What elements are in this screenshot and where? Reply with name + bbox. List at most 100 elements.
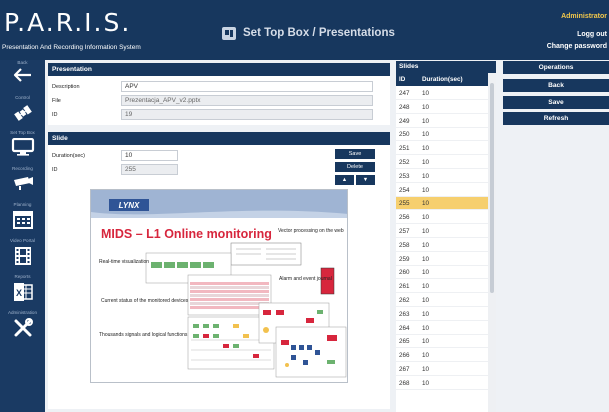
table-row[interactable]: 268 10 [396,377,488,390]
table-row[interactable]: 248 10 [396,101,488,114]
app-logo: P.A.R.I.S. [4,8,132,37]
operations-title: Operations [503,61,609,74]
current-user: Administrator [561,13,607,20]
sidebar-item-reports[interactable]: Reports X [0,274,45,302]
film-icon [14,247,31,265]
sidebar-item-recording[interactable]: Recording [0,166,45,192]
preview-note-signals: Thousands signals and logical functions [99,332,188,338]
slide-duration-cell: 10 [422,255,430,263]
slide-duration-cell: 10 [422,214,430,222]
table-row[interactable]: 263 10 [396,308,488,321]
change-password-link[interactable]: Change password [547,43,607,50]
table-row[interactable]: 262 10 [396,294,488,307]
slide-id-cell: 261 [399,283,410,291]
table-row[interactable]: 259 10 [396,253,488,266]
sidebar-item-video-portal[interactable]: Video Portal [0,238,45,266]
table-row[interactable]: 257 10 [396,225,488,238]
sidebar-item-label: Administration [7,310,38,315]
table-row[interactable]: 249 10 [396,115,488,128]
page-title-group: Set Top Box / Presentations [222,25,395,41]
duration-input[interactable] [121,150,178,161]
calendar-icon [12,211,33,229]
slide-id-cell: 248 [399,103,410,111]
table-row[interactable]: 247 10 [396,87,488,100]
slide-id-cell: 262 [399,297,410,304]
sidebar-item-label: Set Top Box [10,130,35,135]
slide-id-cell: 258 [399,241,410,249]
slide-duration-cell: 10 [422,172,430,180]
sidebar-nav: Back Control Set Top Box Recording Plann… [0,60,45,412]
satellite-icon [13,105,32,121]
slide-id-cell: 264 [399,324,410,332]
slide-duration-cell: 10 [422,186,430,194]
refresh-button[interactable]: Refresh [503,112,609,125]
table-row[interactable]: 266 10 [396,349,488,363]
slide-duration-cell: 10 [422,159,430,166]
slide-duration-cell: 10 [422,131,430,139]
table-row[interactable]: 255 10 [396,197,488,211]
table-row[interactable]: 254 10 [396,184,488,197]
slide-duration-cell: 10 [422,145,430,153]
monitor-icon [11,138,34,156]
camera-icon [13,177,33,190]
slide-preview: LYNX MIDS – L1 Online monitoring Vector … [90,189,348,383]
sidebar-item-control[interactable]: Control [0,95,45,123]
col-id-header: ID [399,76,406,83]
slide-id-cell: 259 [399,255,410,263]
slide-duration-cell: 10 [422,269,430,277]
table-row[interactable]: 250 10 [396,128,488,142]
table-row[interactable]: 258 10 [396,239,488,252]
table-row[interactable]: 253 10 [396,170,488,183]
table-row[interactable]: 252 10 [396,156,488,169]
sidebar-item-administration[interactable]: Administration [0,310,45,338]
slides-table: ID Duration(sec) 247 10 248 10 249 10 250 10 251… [396,73,488,412]
table-row[interactable]: 267 10 [396,363,488,376]
scrollbar-thumb[interactable] [490,83,494,293]
sidebar-item-back[interactable]: Back [0,60,45,82]
slide-duration-cell: 10 [422,338,430,346]
excel-icon: X [13,283,33,301]
svg-text:X: X [15,288,21,298]
back-button[interactable]: Back [503,79,609,92]
sidebar-item-label: Back [17,60,28,65]
presentation-icon [222,26,236,40]
slide-id-cell: 257 [399,228,410,235]
presentation-panel-title: Presentation [48,63,390,76]
slide-id-cell: 251 [399,145,410,153]
slide-panel-title: Slide [48,132,390,145]
move-down-button[interactable]: ▼ [356,175,375,185]
slide-duration-cell: 10 [422,366,430,373]
move-up-button[interactable]: ▲ [335,175,354,185]
slide-id-cell: 263 [399,310,410,318]
slide-save-button[interactable]: Save [335,149,375,159]
preview-note-realtime: Real-time visualization [99,259,149,265]
slide-duration-cell: 10 [422,324,430,332]
table-row[interactable]: 251 10 [396,142,488,156]
slide-id-cell: 255 [399,200,410,208]
slide-duration-cell: 10 [422,241,430,249]
col-duration-header: Duration(sec) [422,76,463,83]
slide-id-cell: 254 [399,186,410,194]
app-subtitle: Presentation And Recording Information S… [2,44,141,51]
presentation-id-label: ID [52,112,58,118]
sidebar-item-planning[interactable]: Planning [0,202,45,230]
table-row[interactable]: 261 10 [396,280,488,294]
slides-scrollbar[interactable] [488,73,496,412]
table-row[interactable]: 256 10 [396,211,488,225]
preview-note-status: Current status of the monitored devices [101,298,189,304]
slide-duration-cell: 10 [422,379,430,387]
table-row[interactable]: 260 10 [396,266,488,280]
slide-id-cell: 265 [399,338,410,346]
description-input[interactable] [121,81,373,92]
sidebar-item-set-top-box[interactable]: Set Top Box [0,130,45,156]
description-label: Description [52,84,80,90]
logout-link[interactable]: Logg out [577,31,607,38]
table-row[interactable]: 265 10 [396,335,488,349]
slide-id-cell: 266 [399,352,410,360]
slide-duration-cell: 10 [422,200,430,208]
save-button[interactable]: Save [503,96,609,109]
slide-id-cell: 249 [399,117,410,125]
table-row[interactable]: 264 10 [396,322,488,335]
slide-duration-cell: 10 [422,310,430,318]
slide-delete-button[interactable]: Delete [335,162,375,172]
